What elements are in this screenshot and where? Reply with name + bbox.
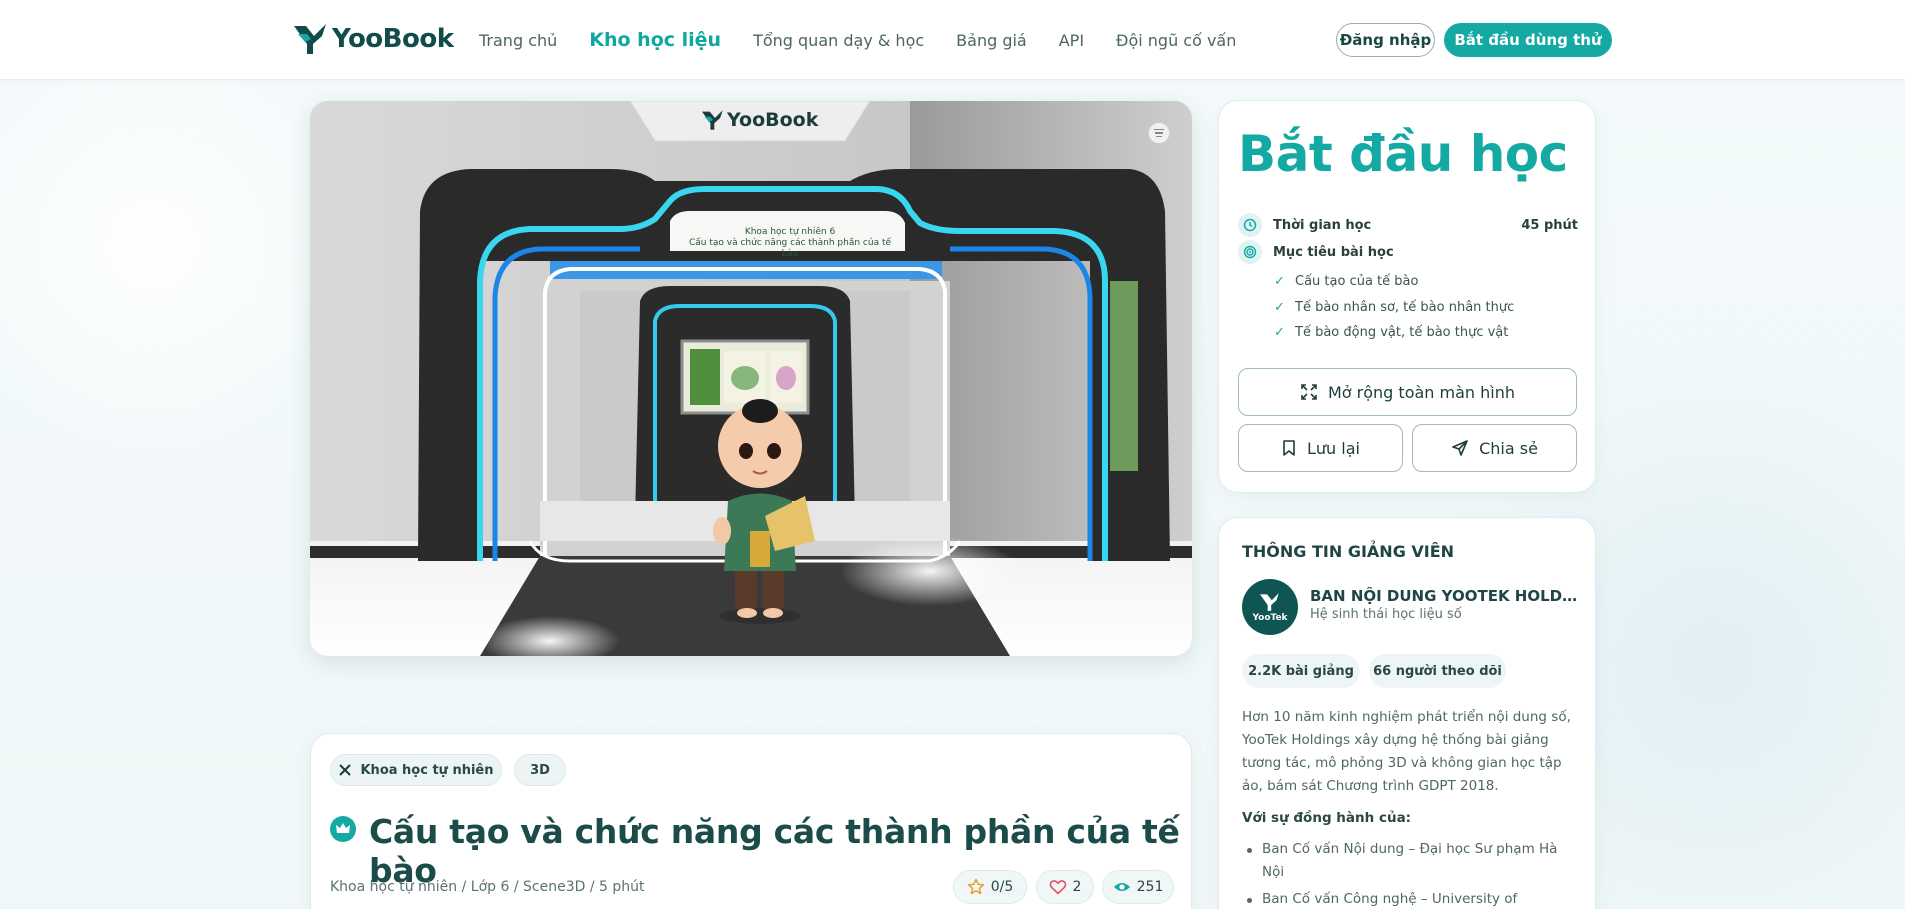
teacher-name[interactable]: BAN NỘI DUNG YOOTEK HOLDINGS — [1310, 587, 1580, 605]
share-label: Chia sẻ — [1479, 438, 1538, 458]
duration-value: 45 phút — [1521, 217, 1578, 233]
fullscreen-label: Mở rộng toàn màn hình — [1327, 382, 1515, 402]
top-navigation-bar: YooBook Trang chủ Kho học liệu Tổng quan… — [0, 0, 1905, 80]
yoobook-logo[interactable]: YooBook — [292, 22, 454, 56]
share-button[interactable]: Chia sẻ — [1412, 424, 1577, 472]
crown-icon — [330, 816, 356, 842]
scene-3d-illustration — [310, 101, 1192, 656]
eye-icon — [1113, 883, 1130, 891]
scene-sign-line1: Khoa học tự nhiên 6 — [744, 227, 836, 237]
subject-tag-label: Khoa học tự nhiên — [360, 762, 494, 778]
scene-sign: Khoa học tự nhiên 6 Cấu tạo và chức năng… — [680, 227, 900, 260]
teacher-info-card: THÔNG TIN GIẢNG VIÊN YooTek BAN NỘI DUNG… — [1218, 517, 1596, 909]
nav-item-api[interactable]: API — [1059, 31, 1084, 50]
nav-item-home[interactable]: Trang chủ — [479, 31, 557, 50]
send-icon — [1452, 440, 1468, 456]
yoobook-logo-icon — [294, 24, 326, 54]
teacher-heading: THÔNG TIN GIẢNG VIÊN — [1242, 542, 1455, 561]
bookmark-icon — [1283, 440, 1295, 456]
like-button[interactable]: 2 — [1036, 870, 1094, 904]
check-icon: ✓ — [1274, 274, 1285, 289]
goal-text: Cấu tạo của tế bào — [1295, 274, 1419, 289]
goal-item: ✓ Cấu tạo của tế bào — [1274, 274, 1418, 289]
fullscreen-button[interactable]: Mở rộng toàn màn hình — [1238, 368, 1577, 416]
viewer-logo-text: YooBook — [727, 109, 819, 131]
lectures-count-badge: 2.2K bài giảng — [1242, 654, 1360, 688]
start-title: Bắt đầu học — [1238, 125, 1568, 183]
target-icon — [1238, 240, 1262, 264]
main-nav: Trang chủ Kho học liệu Tổng quan dạy & h… — [479, 0, 1268, 80]
partners-label: Với sự đồng hành của: — [1242, 810, 1412, 826]
goal-row: Mục tiêu bài học — [1238, 240, 1578, 264]
save-button[interactable]: Lưu lại — [1238, 424, 1403, 472]
login-button[interactable]: Đăng nhập — [1336, 23, 1435, 57]
nav-item-pricing[interactable]: Bảng giá — [956, 31, 1027, 50]
nav-item-overview[interactable]: Tổng quan dạy & học — [753, 31, 924, 50]
check-icon: ✓ — [1274, 325, 1285, 340]
rating-value: 0/5 — [990, 879, 1014, 895]
avatar-text: YooTek — [1252, 612, 1288, 623]
star-icon — [967, 878, 984, 895]
list-item: Ban Cố vấn Công nghệ – University of — [1242, 888, 1582, 909]
duration-row: Thời gian học 45 phút — [1238, 213, 1578, 237]
goal-item: ✓ Tế bào động vật, tế bào thực vật — [1274, 325, 1508, 340]
start-trial-button[interactable]: Bắt đầu dùng thử — [1444, 23, 1612, 57]
breadcrumb: Khoa học tự nhiên / Lớp 6 / Scene3D / 5 … — [330, 879, 645, 895]
duration-label: Thời gian học — [1273, 217, 1372, 233]
heart-icon — [1049, 880, 1066, 895]
scene-3d-viewer[interactable]: Khoa học tự nhiên 6 Cấu tạo và chức năng… — [310, 101, 1192, 656]
followers-count-badge: 66 người theo dõi — [1369, 654, 1506, 688]
menu-icon[interactable] — [1148, 122, 1170, 144]
subject-tag[interactable]: Khoa học tự nhiên — [330, 754, 502, 786]
nav-item-library[interactable]: Kho học liệu — [589, 29, 721, 51]
rating-badge[interactable]: 0/5 — [953, 870, 1027, 904]
teacher-subtitle: Hệ sinh thái học liệu số — [1310, 607, 1462, 622]
goal-text: Tế bào nhân sơ, tế bào nhân thực — [1295, 300, 1515, 315]
teacher-description: Hơn 10 năm kinh nghiệm phát triển nội du… — [1242, 709, 1571, 794]
goal-item: ✓ Tế bào nhân sơ, tế bào nhân thực — [1274, 300, 1514, 315]
views-badge: 251 — [1102, 870, 1174, 904]
check-icon: ✓ — [1274, 300, 1285, 315]
type-tag[interactable]: 3D — [514, 754, 566, 786]
partners-list: Ban Cố vấn Nội dung – Đại học Sư phạm Hà… — [1242, 838, 1582, 909]
expand-icon — [1301, 384, 1317, 400]
viewer-logo: YooBook — [700, 109, 818, 131]
start-learning-card: Bắt đầu học Thời gian học 45 phút Mục ti… — [1218, 100, 1596, 493]
scene-sign-line2: Cấu tạo và chức năng các thành phần của … — [688, 238, 892, 259]
viewer-logo-icon — [702, 110, 723, 130]
nav-item-advisors[interactable]: Đội ngũ cố vấn — [1116, 31, 1236, 50]
atom-icon — [339, 764, 352, 776]
clock-icon — [1238, 213, 1262, 237]
logo-text: YooBook — [332, 24, 454, 54]
goal-text: Tế bào động vật, tế bào thực vật — [1295, 325, 1509, 340]
yootek-logo-icon — [1260, 592, 1279, 611]
likes-count: 2 — [1072, 879, 1082, 895]
lesson-info-card: Khoa học tự nhiên 3D Cấu tạo và chức năn… — [310, 733, 1192, 909]
goal-label: Mục tiêu bài học — [1273, 244, 1394, 260]
views-count: 251 — [1136, 879, 1164, 895]
avatar[interactable]: YooTek — [1242, 579, 1298, 635]
list-item: Ban Cố vấn Nội dung – Đại học Sư phạm Hà… — [1242, 838, 1582, 884]
save-label: Lưu lại — [1307, 438, 1360, 458]
